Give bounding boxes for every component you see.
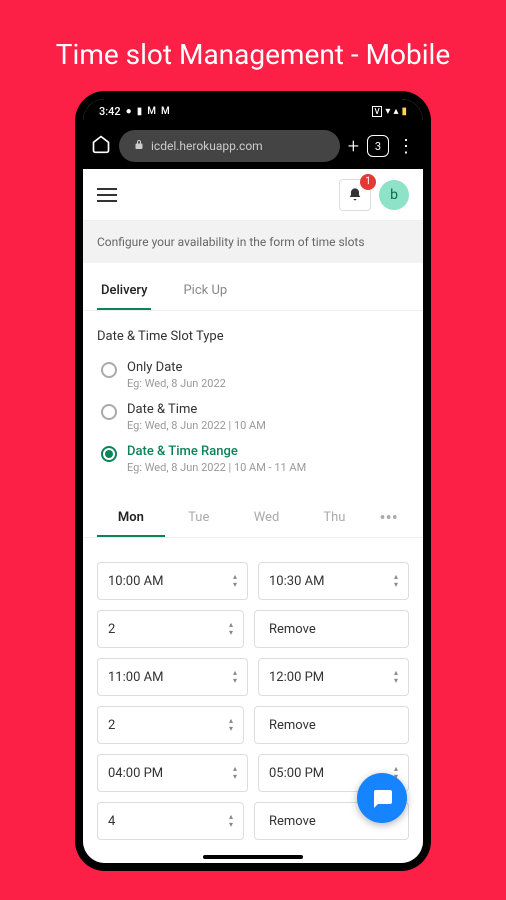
signal-icon: ▴ (393, 106, 398, 117)
gesture-bar (203, 855, 303, 859)
circle-icon: ● (126, 106, 132, 117)
notifications-button[interactable]: 1 (339, 179, 371, 211)
radio-example: Eg: Wed, 8 Jun 2022 (127, 377, 226, 390)
from-time-select[interactable]: 04:00 PM ▴▾ (97, 754, 248, 792)
chevron-down-icon: ▴▾ (233, 573, 237, 589)
chevron-down-icon: ▴▾ (394, 573, 398, 589)
new-tab-icon[interactable]: + (348, 134, 359, 158)
battery-icon: ▮ (401, 106, 407, 117)
radio-date-time-range[interactable]: Date & Time Range Eg: Wed, 8 Jun 2022 | … (97, 438, 409, 480)
section-title: Date & Time Slot Type (83, 311, 423, 354)
gmail-icon: M (147, 106, 156, 117)
radio-icon (101, 362, 117, 378)
radio-example: Eg: Wed, 8 Jun 2022 | 10 AM - 11 AM (127, 461, 306, 474)
tab-mon[interactable]: Mon (97, 500, 165, 537)
phone-frame: 3:42 ● ▮ M M V ▾ ▴ ▮ icdel.herokuapp (75, 91, 431, 871)
notification-badge: 1 (360, 174, 376, 190)
to-time-select[interactable]: 12:00 PM ▴▾ (258, 658, 409, 696)
chevron-down-icon: ▴▾ (394, 669, 398, 685)
more-icon[interactable]: ⋮ (397, 136, 415, 157)
status-bar: 3:42 ● ▮ M M V ▾ ▴ ▮ (83, 99, 423, 123)
tab-delivery[interactable]: Delivery (97, 273, 151, 310)
home-icon[interactable] (91, 134, 111, 159)
quantity-stepper[interactable]: 4 ▴▾ (97, 802, 244, 840)
from-time-select[interactable]: 11:00 AM ▴▾ (97, 658, 248, 696)
stepper-icon: ▴▾ (229, 621, 233, 637)
main-content: Delivery Pick Up Date & Time Slot Type O… (83, 263, 423, 863)
chevron-down-icon: ▴▾ (233, 765, 237, 781)
app-header: 1 b (83, 169, 423, 221)
lock-icon (133, 139, 145, 154)
from-time-select[interactable]: 10:00 AM ▴▾ (97, 562, 248, 600)
remove-button[interactable]: Remove (254, 610, 409, 648)
phone-screen: 3:42 ● ▮ M M V ▾ ▴ ▮ icdel.herokuapp (83, 99, 423, 863)
main-tabs: Delivery Pick Up (83, 273, 423, 311)
tab-tue[interactable]: Tue (165, 500, 233, 537)
qty-value: 2 (108, 718, 229, 733)
quantity-stepper[interactable]: 2 ▴▾ (97, 706, 244, 744)
tab-pickup[interactable]: Pick Up (179, 273, 231, 310)
tab-wed[interactable]: Wed (233, 500, 301, 537)
radio-label: Date & Time (127, 402, 266, 417)
remove-button[interactable]: Remove (254, 706, 409, 744)
status-time: 3:42 (99, 105, 121, 118)
url-text: icdel.herokuapp.com (151, 139, 263, 153)
tab-count[interactable]: 3 (367, 135, 389, 157)
radio-example: Eg: Wed, 8 Jun 2022 | 10 AM (127, 419, 266, 432)
avatar[interactable]: b (379, 180, 409, 210)
day-tabs: Mon Tue Wed Thu ••• (83, 500, 423, 538)
stepper-icon: ▴▾ (229, 813, 233, 829)
radio-label: Only Date (127, 360, 226, 375)
quantity-stepper[interactable]: 2 ▴▾ (97, 610, 244, 648)
radio-label: Date & Time Range (127, 444, 306, 459)
browser-toolbar: icdel.herokuapp.com + 3 ⋮ (83, 123, 423, 169)
radio-icon (101, 404, 117, 420)
qty-value: 4 (108, 814, 229, 829)
radio-only-date[interactable]: Only Date Eg: Wed, 8 Jun 2022 (97, 354, 409, 396)
time-value: 11:00 AM (108, 670, 233, 685)
gmail-icon: M (161, 106, 170, 117)
hamburger-icon[interactable] (97, 188, 117, 202)
bookmark-icon: ▮ (137, 106, 143, 117)
to-time-select[interactable]: 10:30 AM ▴▾ (258, 562, 409, 600)
time-value: 04:00 PM (108, 766, 233, 781)
chat-icon (370, 786, 394, 810)
time-value: 10:30 AM (269, 574, 394, 589)
bell-icon (347, 187, 363, 203)
chat-fab[interactable] (357, 773, 407, 823)
url-bar[interactable]: icdel.herokuapp.com (119, 130, 340, 162)
time-value: 12:00 PM (269, 670, 394, 685)
radio-icon (101, 446, 117, 462)
description-text: Configure your availability in the form … (83, 221, 423, 263)
tab-thu[interactable]: Thu (300, 500, 368, 537)
page-title: Time slot Management - Mobile (56, 38, 450, 71)
time-value: 10:00 AM (108, 574, 233, 589)
more-days-icon[interactable]: ••• (368, 500, 409, 537)
volte-icon: V (372, 106, 382, 117)
radio-date-time[interactable]: Date & Time Eg: Wed, 8 Jun 2022 | 10 AM (97, 396, 409, 438)
radio-group: Only Date Eg: Wed, 8 Jun 2022 Date & Tim… (83, 354, 423, 480)
stepper-icon: ▴▾ (229, 717, 233, 733)
wifi-icon: ▾ (385, 106, 390, 117)
qty-value: 2 (108, 622, 229, 637)
chevron-down-icon: ▴▾ (233, 669, 237, 685)
